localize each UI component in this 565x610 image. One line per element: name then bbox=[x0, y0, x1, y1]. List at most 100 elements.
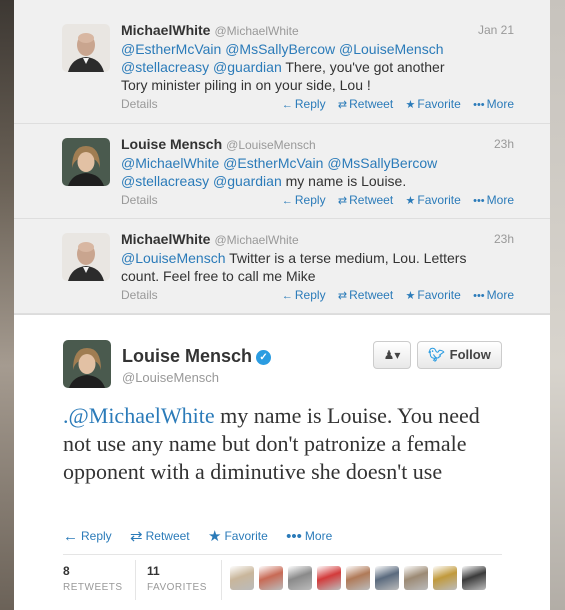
tweet-text: @EstherMcVain @MsSallyBercow @LouiseMens… bbox=[121, 40, 471, 94]
mention-link[interactable]: @guardian bbox=[213, 173, 282, 189]
tweet-author-handle[interactable]: @MichaelWhite bbox=[214, 24, 298, 38]
favorites-stat[interactable]: 11 FAVORITES bbox=[147, 564, 217, 593]
retweets-stat[interactable]: 8 RETWEETS bbox=[63, 564, 133, 593]
reply-label: Reply bbox=[294, 288, 326, 302]
favoriter-avatar-3[interactable] bbox=[288, 566, 312, 590]
tweet-text: @LouiseMensch Twitter is a terse medium,… bbox=[121, 249, 471, 285]
ellipsis-icon: ••• bbox=[473, 195, 485, 207]
woman-avatar[interactable] bbox=[62, 138, 110, 186]
author-handle[interactable]: @LouiseMensch bbox=[122, 370, 219, 385]
conversation-tweet[interactable]: Louise Mensch @LouiseMensch 23h @MichaelW… bbox=[14, 124, 550, 219]
favorite-button[interactable]: ★ Favorite bbox=[208, 527, 268, 545]
mention-link[interactable]: @LouiseMensch bbox=[339, 41, 444, 57]
woman-avatar[interactable] bbox=[63, 340, 111, 388]
favoriter-avatar-9[interactable] bbox=[462, 566, 486, 590]
tweet-timestamp[interactable]: 23h bbox=[494, 231, 514, 248]
mention-link[interactable]: @EstherMcVain bbox=[121, 41, 221, 57]
more-label: More bbox=[486, 288, 514, 302]
tweet-body: MichaelWhite @MichaelWhite Jan 21 @Esther… bbox=[121, 22, 514, 112]
tweet-author-name[interactable]: MichaelWhite bbox=[121, 22, 210, 38]
favoriter-avatar-6[interactable] bbox=[375, 566, 399, 590]
more-label: More bbox=[486, 97, 514, 111]
reply-button[interactable]: ← Reply bbox=[282, 97, 326, 111]
mention-link[interactable]: .@MichaelWhite bbox=[63, 403, 215, 428]
reply-button[interactable]: ← Reply bbox=[282, 193, 326, 207]
author-name[interactable]: Louise Mensch ✓ bbox=[122, 346, 272, 367]
user-actions-button[interactable]: ♟▾ bbox=[373, 341, 411, 369]
retweet-label: Retweet bbox=[349, 193, 394, 207]
mention-link[interactable]: @stellacreasy bbox=[121, 173, 209, 189]
tweet-author-handle[interactable]: @LouiseMensch bbox=[226, 138, 316, 152]
details-link[interactable]: Details bbox=[121, 193, 158, 207]
favoriter-avatar-7[interactable] bbox=[404, 566, 428, 590]
tweet-author-name[interactable]: Louise Mensch bbox=[121, 136, 222, 152]
more-button[interactable]: ••• More bbox=[473, 288, 514, 302]
mention-link[interactable]: @EstherMcVain bbox=[223, 155, 323, 171]
favorite-button[interactable]: ★ Favorite bbox=[406, 97, 461, 111]
mention-link[interactable]: @stellacreasy bbox=[121, 59, 209, 75]
retweet-button[interactable]: ⇄ Retweet bbox=[338, 288, 393, 302]
mention-link[interactable]: @MsSallyBercow bbox=[225, 41, 335, 57]
tweet-timestamp[interactable]: 23h bbox=[494, 136, 514, 153]
tweet-header: MichaelWhite @MichaelWhite 23h bbox=[121, 231, 514, 248]
reply-icon: ← bbox=[281, 195, 293, 207]
reply-label: Reply bbox=[294, 193, 326, 207]
tweet-timestamp[interactable]: Jan 21 bbox=[478, 22, 514, 39]
permalink-tweet: Louise Mensch ✓ @LouiseMensch ♟▾ 🐦︎ Follow… bbox=[14, 316, 550, 610]
mention-link[interactable]: @guardian bbox=[213, 59, 282, 75]
mention-link[interactable]: @LouiseMensch bbox=[121, 250, 226, 266]
conversation-tweet[interactable]: MichaelWhite @MichaelWhite Jan 21 @Esther… bbox=[14, 0, 550, 124]
star-icon: ★ bbox=[405, 290, 416, 302]
tweet-author-name[interactable]: MichaelWhite bbox=[121, 231, 210, 247]
divider bbox=[63, 554, 502, 555]
favorites-count: 11 bbox=[147, 564, 160, 578]
conversation-tweet[interactable]: MichaelWhite @MichaelWhite 23h @LouiseMen… bbox=[14, 219, 550, 314]
tweet-footer: Details ← Reply ⇄ Retweet ★ Favorite ••• Mor… bbox=[121, 96, 514, 112]
bald-man-avatar[interactable] bbox=[62, 233, 110, 281]
favoriter-avatar-4[interactable] bbox=[317, 566, 341, 590]
favorite-label: Favorite bbox=[417, 288, 461, 302]
star-icon: ★ bbox=[207, 528, 222, 545]
background-left-edge bbox=[0, 0, 14, 610]
favorite-label: Favorite bbox=[224, 529, 268, 543]
retweets-count: 8 bbox=[63, 564, 70, 578]
stat-separator bbox=[135, 560, 136, 600]
details-link[interactable]: Details bbox=[121, 288, 158, 302]
favorite-button[interactable]: ★ Favorite bbox=[406, 193, 461, 207]
tweet-footer: Details ← Reply ⇄ Retweet ★ Favorite ••• Mor… bbox=[121, 287, 514, 303]
follow-button[interactable]: 🐦︎ Follow bbox=[417, 341, 502, 369]
more-button[interactable]: ••• More bbox=[473, 97, 514, 111]
retweet-button[interactable]: ⇄ Retweet bbox=[338, 97, 393, 111]
tweet-body: MichaelWhite @MichaelWhite 23h @LouiseMen… bbox=[121, 231, 514, 303]
favoriter-avatar-5[interactable] bbox=[346, 566, 370, 590]
retweet-label: Retweet bbox=[349, 97, 394, 111]
mention-link[interactable]: @MsSallyBercow bbox=[327, 155, 437, 171]
favoriter-avatar-1[interactable] bbox=[230, 566, 254, 590]
tweet-actions: ← Reply ⇄ Retweet ★ Favorite ••• More bbox=[63, 527, 347, 545]
more-button[interactable]: ••• More bbox=[286, 528, 332, 545]
tweet-actions: ← Reply ⇄ Retweet ★ Favorite ••• More bbox=[273, 97, 514, 111]
tweet-text: @MichaelWhite @EstherMcVain @MsSallyBerc… bbox=[121, 154, 471, 190]
reply-button[interactable]: ← Reply bbox=[63, 528, 112, 545]
retweet-button[interactable]: ⇄ Retweet bbox=[338, 193, 393, 207]
tweet-actions: ← Reply ⇄ Retweet ★ Favorite ••• More bbox=[273, 193, 514, 207]
tweet-header: MichaelWhite @MichaelWhite Jan 21 bbox=[121, 22, 514, 39]
details-link[interactable]: Details bbox=[121, 97, 158, 111]
bald-man-avatar[interactable] bbox=[62, 24, 110, 72]
tweet-text: .@MichaelWhite my name is Louise. You ne… bbox=[63, 402, 513, 486]
mention-link[interactable]: @MichaelWhite bbox=[121, 155, 219, 171]
tweet-header: Louise Mensch @LouiseMensch 23h bbox=[121, 136, 514, 153]
tweet-author-handle[interactable]: @MichaelWhite bbox=[214, 233, 298, 247]
favorite-label: Favorite bbox=[417, 193, 461, 207]
verified-badge-icon: ✓ bbox=[256, 350, 272, 365]
more-button[interactable]: ••• More bbox=[473, 193, 514, 207]
favoriter-avatar-2[interactable] bbox=[259, 566, 283, 590]
retweet-button[interactable]: ⇄ Retweet bbox=[130, 527, 190, 545]
reply-icon: ← bbox=[63, 528, 78, 545]
twitter-bird-icon: 🐦︎ bbox=[428, 347, 445, 362]
favoriter-avatar-8[interactable] bbox=[433, 566, 457, 590]
reply-button[interactable]: ← Reply bbox=[282, 288, 326, 302]
person-icon: ♟▾ bbox=[383, 348, 401, 362]
more-label: More bbox=[486, 193, 514, 207]
favorite-button[interactable]: ★ Favorite bbox=[406, 288, 461, 302]
